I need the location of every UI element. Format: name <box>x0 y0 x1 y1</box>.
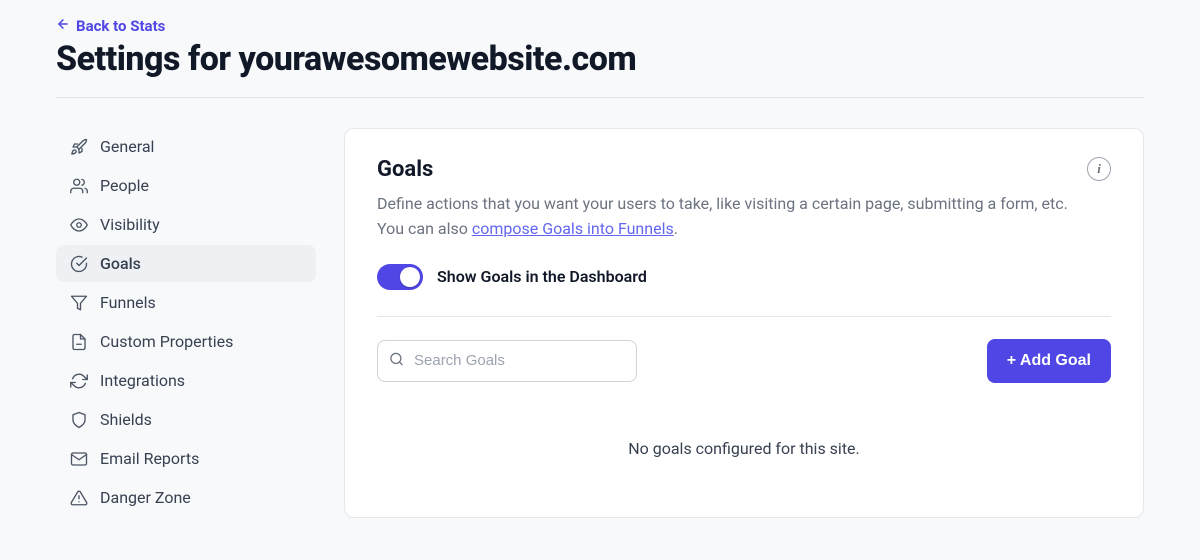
document-icon <box>70 333 88 351</box>
panel-divider <box>377 316 1111 317</box>
info-icon[interactable]: i <box>1087 157 1111 181</box>
rocket-icon <box>70 138 88 156</box>
sidebar-item-label: Goals <box>100 254 141 273</box>
compose-funnels-link[interactable]: compose Goals into Funnels <box>472 219 674 238</box>
empty-state-text: No goals configured for this site. <box>377 439 1111 458</box>
page-title: Settings for yourawesomewebsite.com <box>56 39 1144 79</box>
sidebar-item-goals[interactable]: Goals <box>56 245 316 282</box>
sidebar-item-label: Integrations <box>100 371 185 390</box>
show-goals-toggle[interactable] <box>377 264 423 290</box>
panel-title: Goals <box>377 157 433 182</box>
sidebar-item-custom-properties[interactable]: Custom Properties <box>56 323 316 360</box>
search-goals-input[interactable] <box>377 340 637 382</box>
eye-icon <box>70 216 88 234</box>
sidebar-item-label: Danger Zone <box>100 488 191 507</box>
panel-description: Define actions that you want your users … <box>377 192 1097 242</box>
sidebar-item-email-reports[interactable]: Email Reports <box>56 440 316 477</box>
sidebar-item-shields[interactable]: Shields <box>56 401 316 438</box>
toggle-label: Show Goals in the Dashboard <box>437 267 647 286</box>
sidebar-item-integrations[interactable]: Integrations <box>56 362 316 399</box>
sidebar-item-label: Email Reports <box>100 449 199 468</box>
shield-icon <box>70 411 88 429</box>
search-wrap <box>377 340 637 382</box>
back-link-label: Back to Stats <box>76 17 165 35</box>
sidebar-item-funnels[interactable]: Funnels <box>56 284 316 321</box>
goals-panel: Goals i Define actions that you want you… <box>344 128 1144 518</box>
sidebar-item-label: Shields <box>100 410 152 429</box>
sidebar-item-people[interactable]: People <box>56 167 316 204</box>
add-goal-button[interactable]: + Add Goal <box>987 339 1111 383</box>
mail-icon <box>70 450 88 468</box>
refresh-icon <box>70 372 88 390</box>
sidebar-item-visibility[interactable]: Visibility <box>56 206 316 243</box>
sidebar-item-label: General <box>100 137 154 156</box>
sidebar-item-label: Visibility <box>100 215 160 234</box>
sidebar-item-label: People <box>100 176 149 195</box>
header-divider <box>56 97 1144 98</box>
settings-sidebar: General People Visibility Goals <box>56 128 316 518</box>
sidebar-item-label: Custom Properties <box>100 332 233 351</box>
check-circle-icon <box>70 255 88 273</box>
warning-icon <box>70 489 88 507</box>
toggle-knob <box>400 267 420 287</box>
people-icon <box>70 177 88 195</box>
back-to-stats-link[interactable]: Back to Stats <box>56 17 165 35</box>
sidebar-item-danger-zone[interactable]: Danger Zone <box>56 479 316 516</box>
panel-desc-post: . <box>674 219 678 238</box>
arrow-left-icon <box>56 17 70 35</box>
sidebar-item-label: Funnels <box>100 293 156 312</box>
funnel-icon <box>70 294 88 312</box>
search-icon <box>389 351 404 370</box>
sidebar-item-general[interactable]: General <box>56 128 316 165</box>
